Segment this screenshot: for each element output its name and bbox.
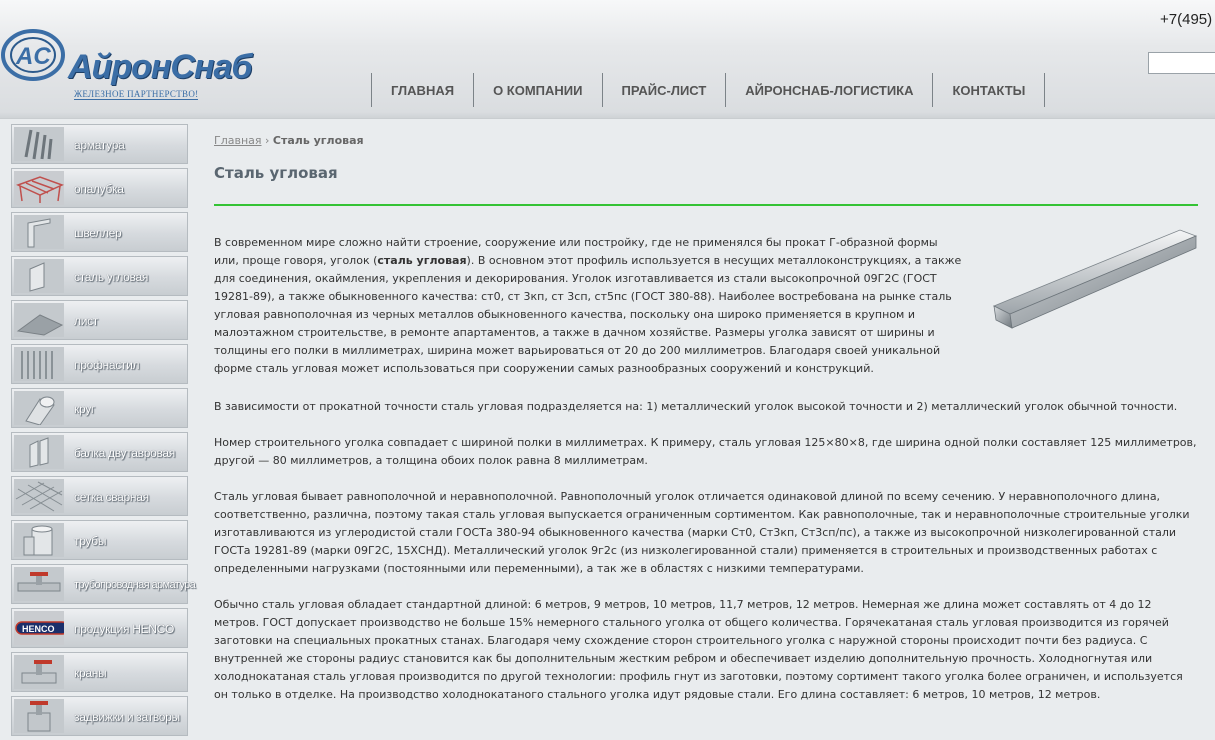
page-title: Сталь угловая <box>214 164 338 182</box>
channel-icon <box>14 215 64 249</box>
breadcrumb-separator: › <box>265 134 270 147</box>
sidebar-item-henco[interactable]: HENCO продукция HENCO <box>11 608 188 648</box>
content-paragraph: Сталь угловая бывает равнополочной и нер… <box>214 490 1190 575</box>
sidebar-item-label: задвижки и затворы <box>74 710 180 724</box>
header-search-input[interactable] <box>1148 52 1215 74</box>
content-paragraph: Обычно сталь угловая обладает стандартно… <box>214 598 1183 701</box>
content-paragraph: Номер строительного уголка совпадает с ш… <box>214 436 1197 467</box>
intro-paragraph: В современном мире сложно найти строение… <box>214 234 962 378</box>
logo-text: АйронСнаб <box>68 48 252 86</box>
catalog-sidebar: арматура опалубка швеллер сталь угловая … <box>11 124 196 740</box>
sidebar-item-profiled-sheet[interactable]: профнастил <box>11 344 188 384</box>
main-content: Главная › Сталь угловая Сталь угловая В … <box>214 134 1198 704</box>
sidebar-item-label: лист <box>74 314 99 328</box>
breadcrumb-home-link[interactable]: Главная <box>214 134 262 147</box>
svg-text:HENCO: HENCO <box>22 624 55 634</box>
sidebar-item-valves[interactable]: краны <box>11 652 188 692</box>
nav-logistics[interactable]: АЙРОНСНАБ-ЛОГИСТИКА <box>725 73 932 107</box>
sidebar-item-label: краны <box>74 666 107 680</box>
i-beam-icon <box>14 435 64 469</box>
sidebar-item-sheet[interactable]: лист <box>11 300 188 340</box>
round-bar-icon <box>14 391 64 425</box>
formwork-icon <box>14 171 64 205</box>
sidebar-item-label: профнастил <box>74 358 140 372</box>
valve-icon <box>14 655 64 689</box>
sidebar-item-label: балка двутавровая <box>74 446 175 460</box>
profiled-sheet-icon <box>14 347 64 381</box>
nav-about[interactable]: О КОМПАНИИ <box>473 73 601 107</box>
rebar-icon <box>14 127 64 161</box>
sidebar-item-label: швеллер <box>74 226 122 240</box>
breadcrumb-current: Сталь угловая <box>272 134 364 147</box>
nav-contacts[interactable]: КОНТАКТЫ <box>932 73 1046 107</box>
site-header: AC АйронСнаб ЖЕЛЕЗНОЕ ПАРТНЕРСТВО! +7(49… <box>0 0 1215 119</box>
henco-logo-icon: HENCO <box>14 611 64 645</box>
sidebar-item-label: сетка сварная <box>74 490 149 504</box>
sidebar-item-rebar[interactable]: арматура <box>11 124 188 164</box>
sidebar-item-welded-mesh[interactable]: сетка сварная <box>11 476 188 516</box>
angle-steel-icon <box>14 259 64 293</box>
sidebar-item-label: продукция HENCO <box>74 622 175 636</box>
main-nav: ГЛАВНАЯ О КОМПАНИИ ПРАЙС-ЛИСТ АЙРОНСНАБ-… <box>371 73 1046 107</box>
sidebar-item-label: трубы <box>74 534 107 548</box>
nav-price-list[interactable]: ПРАЙС-ЛИСТ <box>601 73 726 107</box>
header-phone: +7(495) <box>1160 11 1213 28</box>
sidebar-item-round-bar[interactable]: круг <box>11 388 188 428</box>
sidebar-item-pipes[interactable]: трубы <box>11 520 188 560</box>
sidebar-item-label: трубопроводная арматура <box>74 579 196 591</box>
sidebar-item-channel[interactable]: швеллер <box>11 212 188 252</box>
intro-bold-term: сталь угловая <box>377 254 467 267</box>
svg-text:AC: AC <box>15 43 51 70</box>
site-logo[interactable]: AC АйронСнаб ЖЕЛЕЗНОЕ ПАРТНЕРСТВО! <box>0 22 252 100</box>
breadcrumb: Главная › Сталь угловая <box>214 134 1198 152</box>
intro-text-end: ). В основном этот профиль используется … <box>214 254 962 375</box>
pipe-fittings-icon <box>14 567 64 601</box>
nav-home[interactable]: ГЛАВНАЯ <box>371 73 473 107</box>
angle-steel-product-image <box>993 229 1198 329</box>
logo-emblem-icon: AC <box>1 29 65 81</box>
title-divider <box>214 204 1198 206</box>
gate-valve-icon <box>14 699 64 733</box>
content-paragraph: В зависимости от прокатной точности стал… <box>214 400 1178 413</box>
welded-mesh-icon <box>14 479 64 513</box>
sheet-icon <box>14 303 64 337</box>
sidebar-item-label: сталь угловая <box>74 270 149 284</box>
sidebar-item-label: арматура <box>74 138 125 152</box>
sidebar-item-pipe-fittings[interactable]: трубопроводная арматура <box>11 564 196 604</box>
pipes-icon <box>14 523 64 557</box>
sidebar-item-angle-steel[interactable]: сталь угловая <box>11 256 188 296</box>
sidebar-item-gate-valves[interactable]: задвижки и затворы <box>11 696 188 736</box>
sidebar-item-label: опалубка <box>74 182 124 196</box>
sidebar-item-formwork[interactable]: опалубка <box>11 168 188 208</box>
intro-block: В современном мире сложно найти строение… <box>214 229 1198 380</box>
sidebar-item-i-beam[interactable]: балка двутавровая <box>11 432 188 472</box>
sidebar-item-label: круг <box>74 402 95 416</box>
logo-slogan: ЖЕЛЕЗНОЕ ПАРТНЕРСТВО! <box>74 89 199 100</box>
